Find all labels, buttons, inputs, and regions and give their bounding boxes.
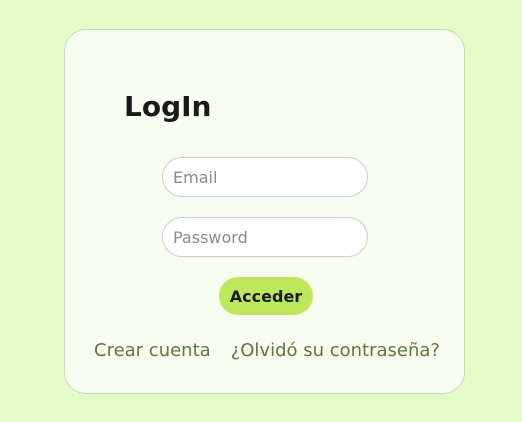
auth-links: Crear cuenta ¿Olvidó su contraseña? [94,337,440,365]
login-card: LogIn Acceder Crear cuenta ¿Olvidó su co… [64,29,465,394]
page-title: LogIn [124,90,212,123]
email-input[interactable] [162,157,368,197]
create-account-link[interactable]: Crear cuenta [94,337,211,365]
password-input[interactable] [162,217,368,257]
forgot-password-link[interactable]: ¿Olvidó su contraseña? [231,337,440,365]
submit-button[interactable]: Acceder [219,277,313,315]
